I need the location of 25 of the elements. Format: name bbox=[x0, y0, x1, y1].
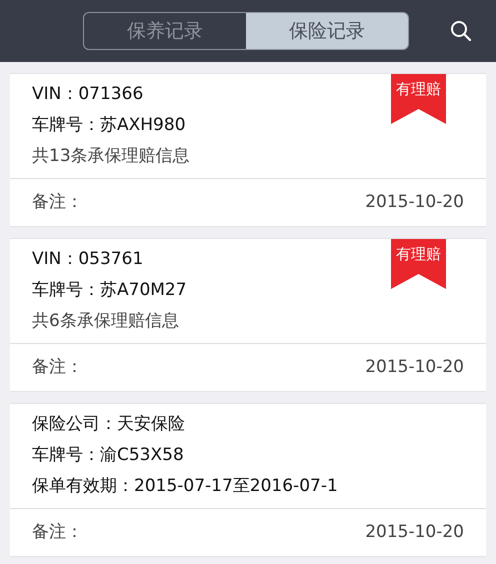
claim-summary: 共6条承保理赔信息 bbox=[32, 310, 179, 333]
claim-ribbon: 有理赔 bbox=[391, 239, 446, 269]
claim-summary: 共13条承保理赔信息 bbox=[32, 145, 190, 168]
record-field: 车牌号：渝C53X58 bbox=[32, 440, 184, 471]
record-date: 2015-10-20 bbox=[365, 356, 464, 379]
search-icon[interactable] bbox=[450, 20, 472, 42]
record-field: 车牌号：苏A70M27 bbox=[32, 275, 187, 306]
note-label: 备注： bbox=[32, 520, 83, 544]
record-field: VIN：053761 bbox=[32, 244, 144, 275]
note-label: 备注： bbox=[32, 190, 83, 214]
record-field: 车牌号：苏AXH980 bbox=[32, 110, 186, 141]
record-field: 保单有效期：2015-07-17至2016-07-1 bbox=[32, 471, 338, 502]
record-field: VIN：071366 bbox=[32, 79, 144, 110]
record-date: 2015-10-20 bbox=[365, 190, 464, 214]
record-card[interactable]: VIN：053761 车牌号：苏A70M27 共6条承保理赔信息 备注： 2015-10-20 有理赔 bbox=[10, 238, 486, 392]
record-card[interactable]: 保险公司：天安保险 车牌号：渝C53X58 保单有效期：2015-07-17至2016-07-1 备注： 2015-10-20 bbox=[10, 403, 486, 557]
note-label: 备注： bbox=[32, 356, 83, 379]
tab[interactable]: 保险记录 bbox=[246, 13, 408, 49]
claim-ribbon: 有理赔 bbox=[391, 74, 446, 104]
record-card[interactable]: VIN：071366 车牌号：苏AXH980 共13条承保理赔信息 备注： 2015-10-20 有理赔 bbox=[10, 73, 486, 227]
ribbon-tail-icon bbox=[391, 269, 446, 289]
record-date: 2015-10-20 bbox=[365, 520, 464, 544]
tab[interactable]: 保养记录 bbox=[84, 13, 246, 49]
record-field: 保险公司：天安保险 bbox=[32, 409, 185, 440]
ribbon-tail-icon bbox=[391, 104, 446, 124]
